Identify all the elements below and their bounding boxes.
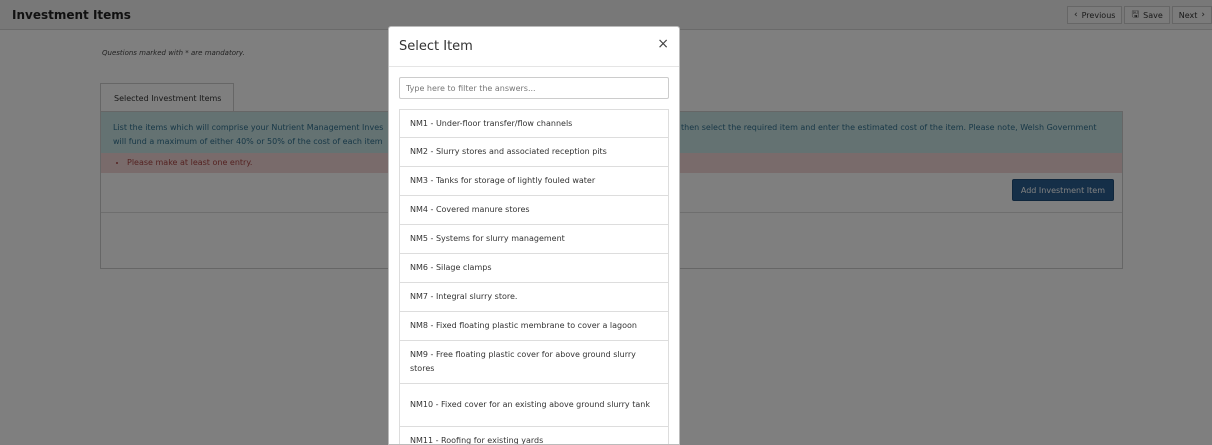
list-item[interactable]: NM11 - Roofing for existing yards [399, 427, 669, 444]
list-item[interactable]: NM3 - Tanks for storage of lightly foule… [399, 167, 669, 196]
list-item[interactable]: NM2 - Slurry stores and associated recep… [399, 138, 669, 167]
list-item[interactable]: NM5 - Systems for slurry management [399, 225, 669, 254]
modal-header: Select Item × [389, 27, 679, 67]
list-item[interactable]: NM9 - Free floating plastic cover for ab… [399, 341, 669, 384]
list-item[interactable]: NM8 - Fixed floating plastic membrane to… [399, 312, 669, 341]
close-icon[interactable]: × [657, 36, 669, 52]
list-item[interactable]: NM4 - Covered manure stores [399, 196, 669, 225]
list-item[interactable]: NM7 - Integral slurry store. [399, 283, 669, 312]
modal-title: Select Item [399, 39, 473, 54]
select-item-modal: Select Item × NM1 - Under-floor transfer… [388, 26, 680, 445]
item-list: NM1 - Under-floor transfer/flow channels… [399, 109, 669, 444]
list-item[interactable]: NM6 - Silage clamps [399, 254, 669, 283]
filter-input[interactable] [399, 77, 669, 99]
list-item[interactable]: NM10 - Fixed cover for an existing above… [399, 384, 669, 427]
list-item[interactable]: NM1 - Under-floor transfer/flow channels [399, 109, 669, 138]
